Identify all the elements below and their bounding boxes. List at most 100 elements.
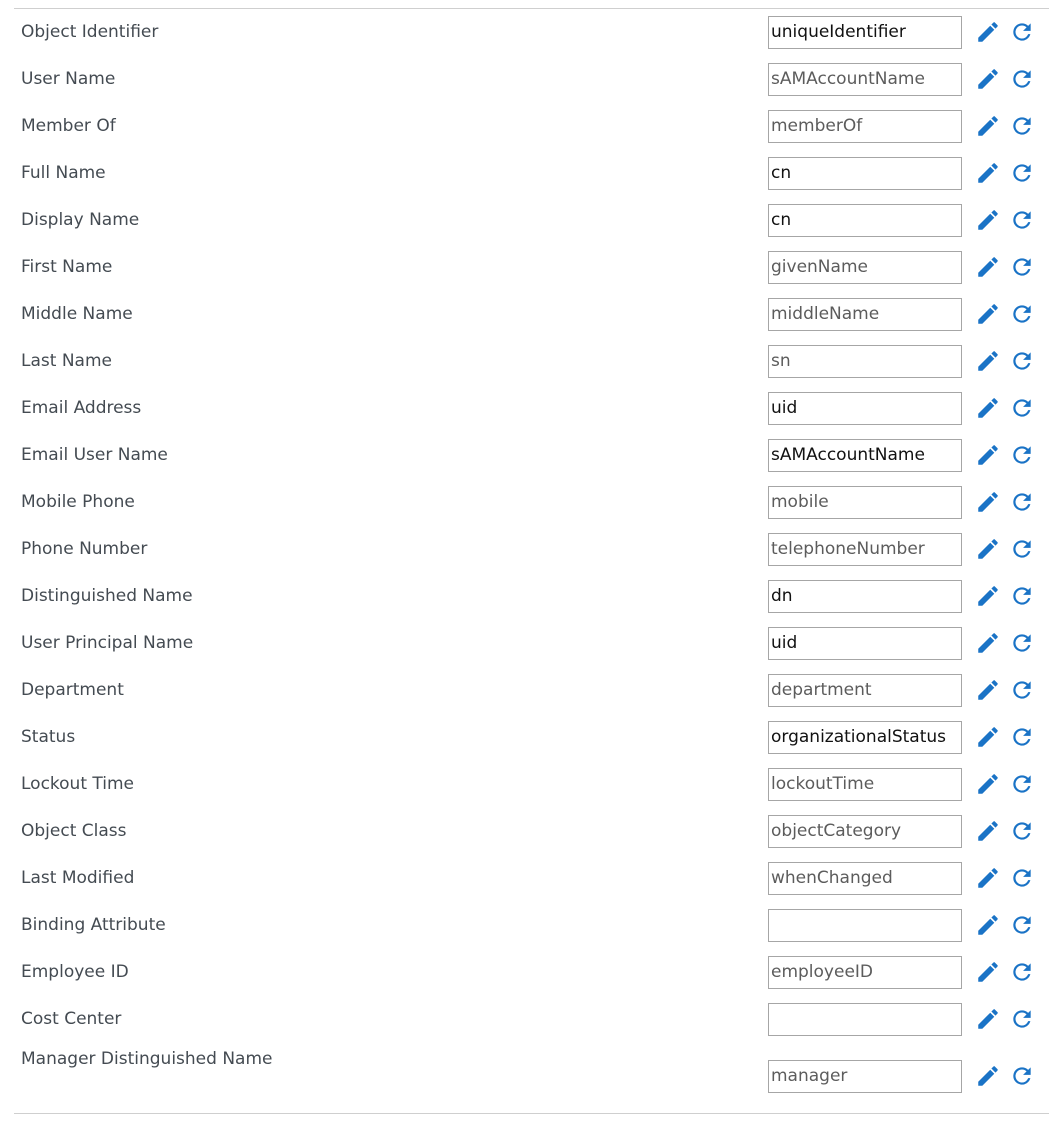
attribute-row-phone-number: Phone Number (14, 526, 1049, 573)
edit-pencil-icon[interactable] (975, 630, 1001, 656)
attribute-field-user-name[interactable] (768, 63, 962, 96)
edit-pencil-icon[interactable] (975, 348, 1001, 374)
attribute-label: Mobile Phone (21, 492, 135, 512)
edit-pencil-icon[interactable] (975, 959, 1001, 985)
edit-pencil-icon[interactable] (975, 254, 1001, 280)
edit-pencil-icon[interactable] (975, 583, 1001, 609)
attribute-field-phone-number[interactable] (768, 533, 962, 566)
attribute-row-lockout-time: Lockout Time (14, 761, 1049, 808)
reset-refresh-icon[interactable] (1009, 207, 1035, 233)
attribute-field-last-modified[interactable] (768, 862, 962, 895)
attribute-row-first-name: First Name (14, 244, 1049, 291)
reset-refresh-icon[interactable] (1009, 865, 1035, 891)
attribute-field-distinguished-name[interactable] (768, 580, 962, 613)
attribute-field-object-class[interactable] (768, 815, 962, 848)
attribute-label: User Name (21, 69, 116, 89)
edit-pencil-icon[interactable] (975, 724, 1001, 750)
reset-refresh-icon[interactable] (1009, 395, 1035, 421)
attribute-field-lockout-time[interactable] (768, 768, 962, 801)
attribute-label: Last Modified (21, 868, 135, 888)
reset-refresh-icon[interactable] (1009, 348, 1035, 374)
attribute-row-manager-distinguished-name: Manager Distinguished Name (14, 1045, 1049, 1102)
attribute-field-status[interactable] (768, 721, 962, 754)
attribute-field-object-identifier[interactable] (768, 16, 962, 49)
attribute-row-binding-attribute: Binding Attribute (14, 902, 1049, 949)
attribute-label: Object Identifier (21, 22, 159, 42)
attribute-row-mobile-phone: Mobile Phone (14, 479, 1049, 526)
edit-pencil-icon[interactable] (975, 1063, 1001, 1089)
reset-refresh-icon[interactable] (1009, 66, 1035, 92)
attribute-row-status: Status (14, 714, 1049, 761)
reset-refresh-icon[interactable] (1009, 677, 1035, 703)
edit-pencil-icon[interactable] (975, 536, 1001, 562)
edit-pencil-icon[interactable] (975, 677, 1001, 703)
attribute-row-object-identifier: Object Identifier (14, 9, 1049, 56)
reset-refresh-icon[interactable] (1009, 959, 1035, 985)
edit-pencil-icon[interactable] (975, 301, 1001, 327)
reset-refresh-icon[interactable] (1009, 771, 1035, 797)
attribute-field-mobile-phone[interactable] (768, 486, 962, 519)
attribute-field-user-principal-name[interactable] (768, 627, 962, 660)
attribute-field-middle-name[interactable] (768, 298, 962, 331)
attribute-row-cost-center: Cost Center (14, 996, 1049, 1043)
attribute-row-employee-id: Employee ID (14, 949, 1049, 996)
attribute-label: Department (21, 680, 124, 700)
reset-refresh-icon[interactable] (1009, 1063, 1035, 1089)
reset-refresh-icon[interactable] (1009, 912, 1035, 938)
edit-pencil-icon[interactable] (975, 865, 1001, 891)
reset-refresh-icon[interactable] (1009, 301, 1035, 327)
attribute-row-last-name: Last Name (14, 338, 1049, 385)
attribute-field-cost-center[interactable] (768, 1003, 962, 1036)
attribute-field-binding-attribute[interactable] (768, 909, 962, 942)
edit-pencil-icon[interactable] (975, 207, 1001, 233)
edit-pencil-icon[interactable] (975, 395, 1001, 421)
attribute-field-display-name[interactable] (768, 204, 962, 237)
edit-pencil-icon[interactable] (975, 442, 1001, 468)
edit-pencil-icon[interactable] (975, 160, 1001, 186)
attribute-field-manager-distinguished-name[interactable] (768, 1060, 962, 1093)
reset-refresh-icon[interactable] (1009, 442, 1035, 468)
attribute-field-email-address[interactable] (768, 392, 962, 425)
edit-pencil-icon[interactable] (975, 818, 1001, 844)
attribute-field-first-name[interactable] (768, 251, 962, 284)
attribute-label: Middle Name (21, 304, 133, 324)
edit-pencil-icon[interactable] (975, 912, 1001, 938)
attribute-label: First Name (21, 257, 113, 277)
attribute-row-email-address: Email Address (14, 385, 1049, 432)
attribute-label: Status (21, 727, 76, 747)
attribute-row-email-user-name: Email User Name (14, 432, 1049, 479)
edit-pencil-icon[interactable] (975, 489, 1001, 515)
reset-refresh-icon[interactable] (1009, 536, 1035, 562)
reset-refresh-icon[interactable] (1009, 630, 1035, 656)
edit-pencil-icon[interactable] (975, 19, 1001, 45)
attribute-label: Last Name (21, 351, 112, 371)
reset-refresh-icon[interactable] (1009, 818, 1035, 844)
reset-refresh-icon[interactable] (1009, 19, 1035, 45)
edit-pencil-icon[interactable] (975, 1006, 1001, 1032)
reset-refresh-icon[interactable] (1009, 160, 1035, 186)
attribute-field-member-of[interactable] (768, 110, 962, 143)
attribute-row-middle-name: Middle Name (14, 291, 1049, 338)
attribute-row-object-class: Object Class (14, 808, 1049, 855)
reset-refresh-icon[interactable] (1009, 489, 1035, 515)
attribute-field-department[interactable] (768, 674, 962, 707)
attribute-field-full-name[interactable] (768, 157, 962, 190)
attribute-label: Email User Name (21, 445, 168, 465)
edit-pencil-icon[interactable] (975, 771, 1001, 797)
attribute-label: Full Name (21, 163, 106, 183)
reset-refresh-icon[interactable] (1009, 113, 1035, 139)
attribute-label: Member Of (21, 116, 116, 136)
attribute-field-email-user-name[interactable] (768, 439, 962, 472)
attribute-label: Employee ID (21, 962, 129, 982)
reset-refresh-icon[interactable] (1009, 724, 1035, 750)
reset-refresh-icon[interactable] (1009, 1006, 1035, 1032)
attribute-label: Lockout Time (21, 774, 135, 794)
edit-pencil-icon[interactable] (975, 66, 1001, 92)
reset-refresh-icon[interactable] (1009, 583, 1035, 609)
attribute-field-last-name[interactable] (768, 345, 962, 378)
attribute-row-display-name: Display Name (14, 197, 1049, 244)
attribute-field-employee-id[interactable] (768, 956, 962, 989)
edit-pencil-icon[interactable] (975, 113, 1001, 139)
reset-refresh-icon[interactable] (1009, 254, 1035, 280)
attribute-label: Distinguished Name (21, 586, 193, 606)
